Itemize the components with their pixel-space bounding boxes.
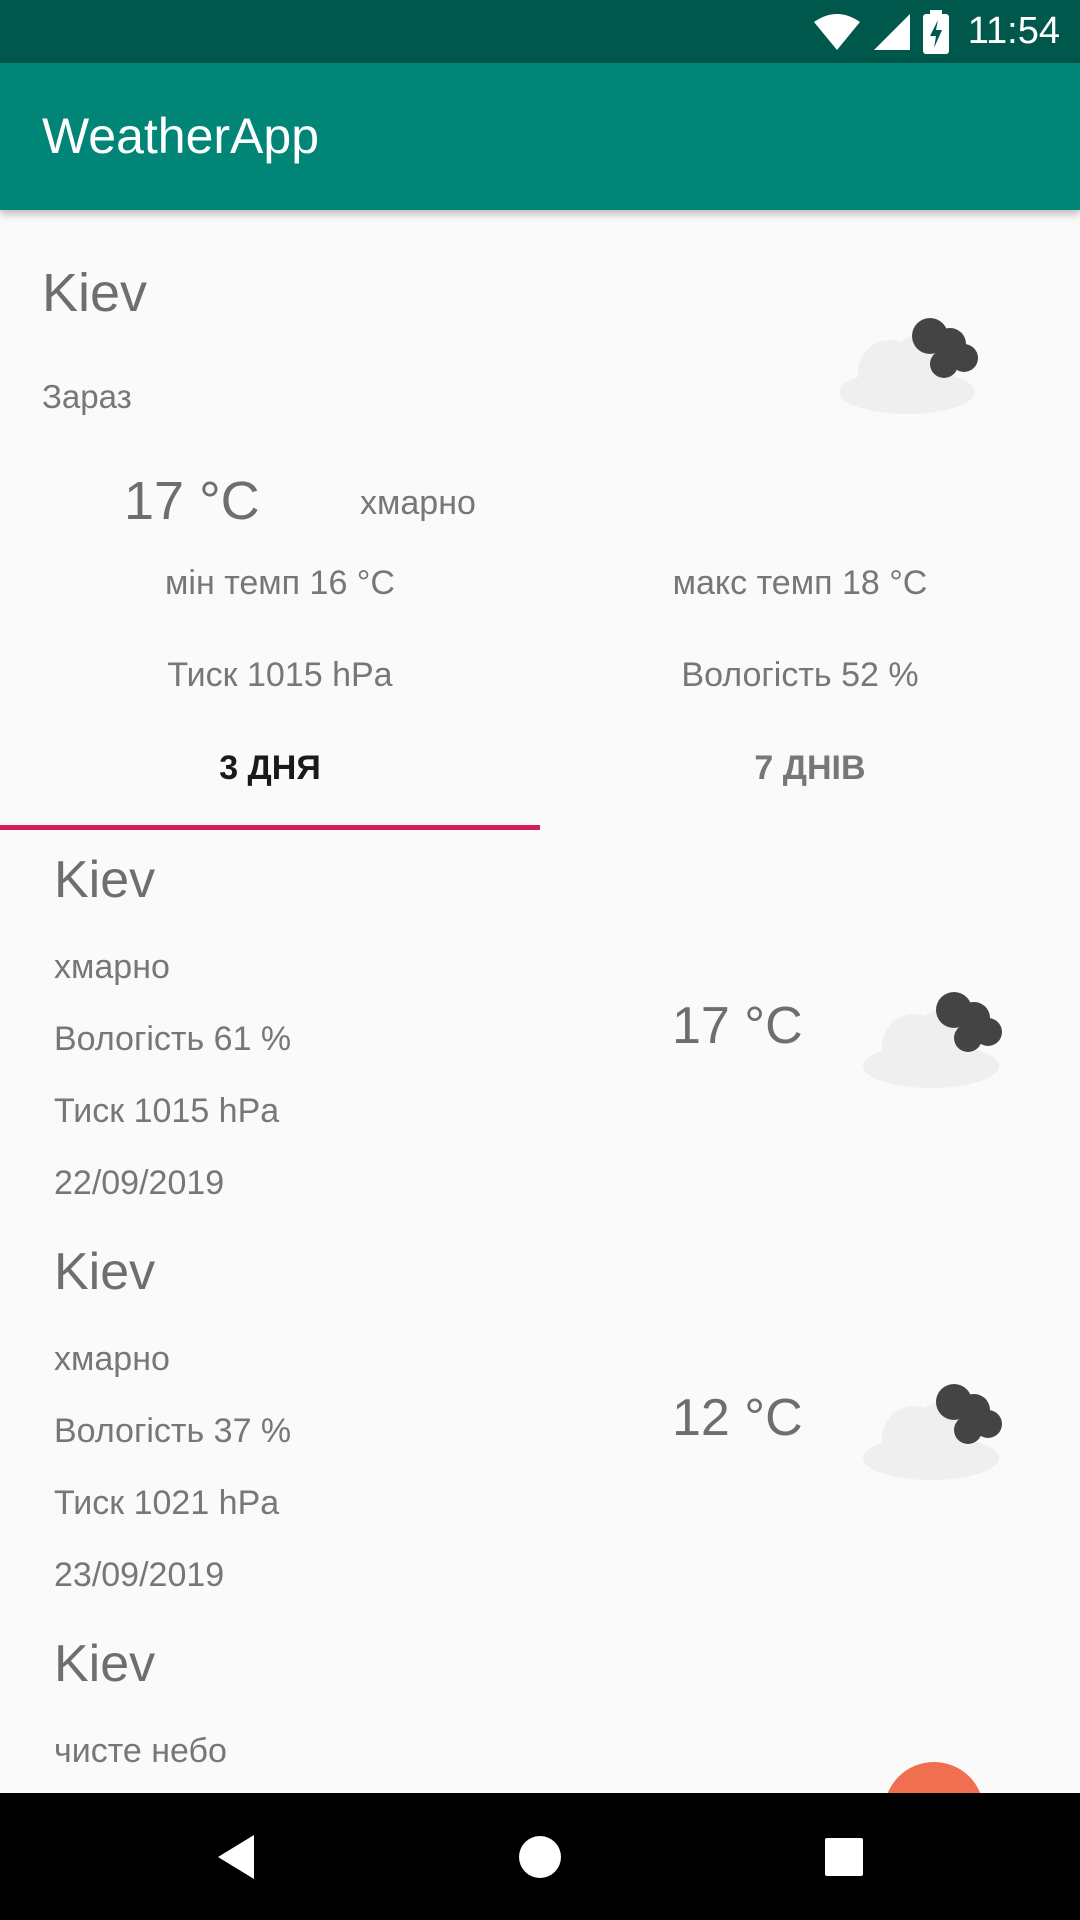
- app-title: WeatherApp: [42, 108, 320, 164]
- forecast-city: Kiev: [54, 851, 156, 909]
- status-time: 11:54: [967, 10, 1060, 52]
- navigation-bar: [0, 1793, 1080, 1920]
- forecast-city: Kiev: [54, 1635, 156, 1693]
- current-min-temp: мін темп 16 °C: [165, 564, 395, 602]
- current-max-temp: макс темп 18 °C: [672, 564, 928, 602]
- current-temperature: 17 °C: [124, 471, 260, 531]
- forecast-list[interactable]: Kiev хмарно Вологість 61 % Тиск 1015 hPa…: [0, 830, 1080, 1793]
- current-humidity: Вологість 52 %: [681, 656, 919, 694]
- forecast-card[interactable]: Kiev хмарно Вологість 37 % Тиск 1021 hPa…: [0, 1222, 1080, 1614]
- battery-charging-icon: [922, 9, 949, 54]
- forecast-temperature: 12 °C: [672, 1389, 803, 1447]
- back-button[interactable]: [176, 1793, 296, 1920]
- forecast-description: хмарно: [54, 1340, 170, 1378]
- current-city: Kiev: [42, 263, 148, 323]
- current-description: хмарно: [360, 484, 476, 522]
- home-button[interactable]: [480, 1793, 600, 1920]
- forecast-date: 23/09/2019: [54, 1556, 225, 1594]
- current-pressure: Тиск 1015 hPa: [167, 656, 393, 694]
- cloudy-icon: [863, 992, 1002, 1088]
- tab-3-days[interactable]: 3 ДНЯ: [0, 720, 540, 830]
- current-label: Зараз: [42, 378, 132, 415]
- wifi-icon: [813, 13, 860, 50]
- app-bar: WeatherApp: [0, 63, 1080, 210]
- forecast-date: 22/09/2019: [54, 1164, 225, 1202]
- forecast-pressure: Тиск 1015 hPa: [54, 1092, 280, 1130]
- cloudy-icon: [839, 318, 978, 414]
- forecast-humidity: Вологість 37 %: [54, 1412, 292, 1450]
- sun-icon: [887, 1762, 981, 1793]
- forecast-temperature: 17 °C: [672, 997, 803, 1055]
- forecast-pressure: Тиск 1021 hPa: [54, 1484, 280, 1522]
- cloudy-icon: [863, 1384, 1002, 1480]
- tab-7-days[interactable]: 7 ДНІВ: [540, 720, 1080, 830]
- back-icon: [218, 1834, 254, 1879]
- forecast-description: хмарно: [54, 948, 170, 986]
- home-icon: [519, 1835, 561, 1878]
- recents-icon: [825, 1837, 863, 1876]
- forecast-card[interactable]: Kiev хмарно Вологість 61 % Тиск 1015 hPa…: [0, 830, 1080, 1222]
- signal-icon: [873, 13, 910, 50]
- status-bar: 11:54: [0, 0, 1080, 63]
- forecast-card[interactable]: Kiev чисте небо: [0, 1614, 1080, 1793]
- tab-bar: 3 ДНЯ 7 ДНІВ: [0, 720, 1080, 830]
- forecast-city: Kiev: [54, 1243, 156, 1301]
- recents-button[interactable]: [784, 1793, 904, 1920]
- forecast-description: чисте небо: [54, 1732, 227, 1770]
- forecast-humidity: Вологість 61 %: [54, 1020, 292, 1058]
- status-icons: 11:54: [812, 0, 1060, 63]
